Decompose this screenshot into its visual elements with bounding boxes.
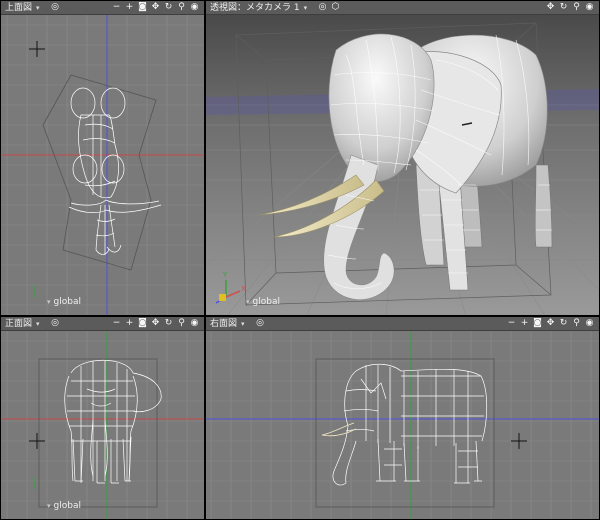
- coord-dropdown-icon: ▾: [47, 502, 51, 510]
- view-dropdown-icon[interactable]: ▾: [241, 317, 245, 331]
- perspective-scene: Y X: [206, 15, 599, 315]
- viewport-title: 上面図: [5, 2, 33, 13]
- search-icon[interactable]: ⚲: [571, 318, 582, 329]
- eye-icon[interactable]: ◎: [255, 318, 266, 329]
- eye-icon[interactable]: ◎: [50, 2, 61, 13]
- viewport-title: 右面図: [210, 318, 238, 329]
- zoom-out-icon[interactable]: −: [111, 2, 122, 13]
- viewport-header: 正面図 ▾ ◎ − + ◙ ✥ ↻ ⚲ ◉: [1, 317, 204, 331]
- coordinate-label: global: [53, 501, 81, 511]
- zoom-in-icon[interactable]: +: [124, 318, 135, 329]
- front-viewport[interactable]: 正面図 ▾ ◎ − + ◙ ✥ ↻ ⚲ ◉ ▾ global: [0, 316, 205, 520]
- right-view-scene: [206, 331, 599, 519]
- camera-icon[interactable]: ◙: [532, 318, 543, 329]
- cursor-crosshair: [29, 41, 45, 57]
- y-axis-label: Y: [222, 271, 228, 279]
- viewport-canvas[interactable]: [206, 331, 599, 519]
- view-dropdown-icon[interactable]: ▾: [36, 1, 40, 15]
- top-view-scene: [1, 15, 204, 315]
- x-axis-label: X: [241, 285, 246, 293]
- search-icon[interactable]: ⚲: [176, 2, 187, 13]
- camera-icon[interactable]: ◙: [137, 2, 148, 13]
- front-view-scene: [1, 331, 204, 519]
- menu-icon[interactable]: ◉: [584, 318, 595, 329]
- viewport-canvas[interactable]: ▾ global: [1, 15, 204, 315]
- view-dropdown-icon[interactable]: ▾: [304, 1, 308, 15]
- coordinate-system-selector[interactable]: ▾ global: [246, 297, 280, 307]
- elephant-side-wireframe: [332, 363, 488, 486]
- viewport-header: 右面図 ▾ ◎ − + ◙ ✥ ↻ ⚲ ◉: [206, 317, 599, 331]
- cube-icon[interactable]: ⬡: [330, 2, 341, 13]
- perspective-viewport[interactable]: 透視図：メタカメラ 1 ▾ ◎ ⬡ ✥ ↻ ⚲ ◉ Y X ▾ global: [205, 0, 600, 316]
- coord-dropdown-icon: ▾: [246, 298, 250, 306]
- coordinate-label: global: [53, 297, 81, 307]
- eye-icon[interactable]: ◎: [50, 318, 61, 329]
- rotate-icon[interactable]: ↻: [558, 2, 569, 13]
- zoom-out-icon[interactable]: −: [111, 318, 122, 329]
- rotate-icon[interactable]: ↻: [163, 318, 174, 329]
- view-dropdown-icon[interactable]: ▾: [36, 317, 40, 331]
- eye-icon[interactable]: ◎: [317, 2, 328, 13]
- viewport-canvas[interactable]: Y X ▾ global: [206, 15, 599, 315]
- top-viewport[interactable]: 上面図 ▾ ◎ − + ◙ ✥ ↻ ⚲ ◉ ▾ global: [0, 0, 205, 316]
- zoom-out-icon[interactable]: −: [506, 318, 517, 329]
- viewport-title: 正面図: [5, 318, 33, 329]
- viewport-header: 上面図 ▾ ◎ − + ◙ ✥ ↻ ⚲ ◉: [1, 1, 204, 15]
- right-viewport[interactable]: 右面図 ▾ ◎ − + ◙ ✥ ↻ ⚲ ◉: [205, 316, 600, 520]
- menu-icon[interactable]: ◉: [189, 318, 200, 329]
- menu-icon[interactable]: ◉: [584, 2, 595, 13]
- move-icon[interactable]: ✥: [150, 2, 161, 13]
- coordinate-system-selector[interactable]: ▾ global: [47, 297, 81, 307]
- coord-dropdown-icon: ▾: [47, 298, 51, 306]
- viewport-header: 透視図：メタカメラ 1 ▾ ◎ ⬡ ✥ ↻ ⚲ ◉: [206, 1, 599, 15]
- rotate-icon[interactable]: ↻: [163, 2, 174, 13]
- viewport-title: 透視図：メタカメラ 1: [210, 2, 300, 13]
- zoom-in-icon[interactable]: +: [124, 2, 135, 13]
- cursor-crosshair: [511, 433, 527, 449]
- zoom-in-icon[interactable]: +: [519, 318, 530, 329]
- coordinate-system-selector[interactable]: ▾ global: [47, 501, 81, 511]
- cursor-crosshair: [29, 433, 45, 449]
- viewport-canvas[interactable]: ▾ global: [1, 331, 204, 519]
- menu-icon[interactable]: ◉: [189, 2, 200, 13]
- move-icon[interactable]: ✥: [545, 318, 556, 329]
- rotate-icon[interactable]: ↻: [558, 318, 569, 329]
- search-icon[interactable]: ⚲: [176, 318, 187, 329]
- move-icon[interactable]: ✥: [150, 318, 161, 329]
- camera-icon[interactable]: ◙: [137, 318, 148, 329]
- search-icon[interactable]: ⚲: [571, 2, 582, 13]
- coordinate-label: global: [252, 297, 280, 307]
- move-icon[interactable]: ✥: [545, 2, 556, 13]
